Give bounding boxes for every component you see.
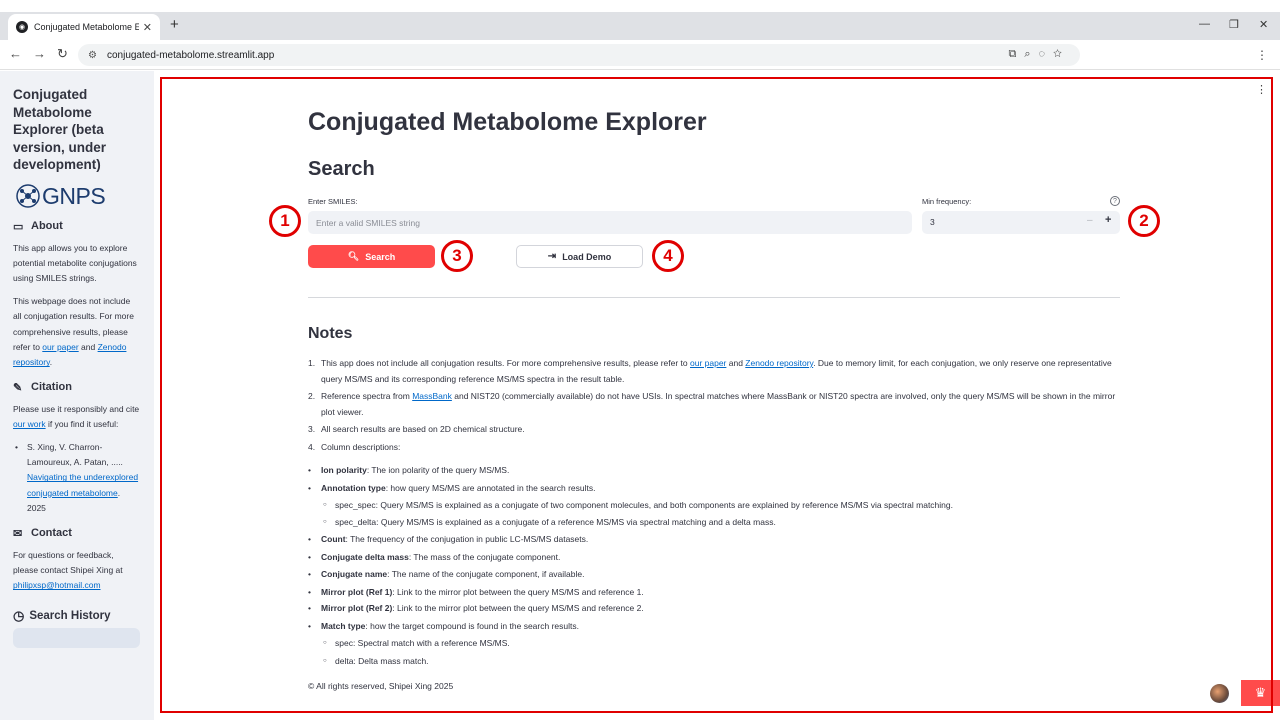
note-item: 2. Reference spectra from MassBank and NI… bbox=[308, 391, 1116, 417]
citation-heading: ✎ Citation bbox=[13, 381, 72, 394]
contact-heading: ✉ Contact bbox=[13, 527, 72, 540]
sidebar-title: Conjugated Metabolome Explorer (beta ver… bbox=[13, 87, 107, 172]
note-item: 3. All search results are based on 2D che… bbox=[308, 424, 525, 434]
copyright-footer: © All rights reserved, Shipei Xing 2025 bbox=[308, 681, 454, 691]
back-icon[interactable]: ← bbox=[9, 47, 22, 61]
streamlit-favicon-icon: ◉ bbox=[16, 21, 28, 33]
clock-icon: ◷ bbox=[13, 607, 25, 623]
tab-close-icon[interactable]: ✕ bbox=[143, 21, 152, 34]
load-demo-button[interactable]: ⇥ Load Demo bbox=[516, 245, 643, 268]
window-close-button[interactable]: ✕ bbox=[1259, 18, 1268, 31]
search-history-heading: ◷ Search History bbox=[13, 607, 111, 623]
notes-heading: Notes bbox=[308, 325, 353, 342]
massbank-link[interactable]: MassBank bbox=[412, 391, 452, 401]
about-heading: ▭ About bbox=[13, 220, 63, 233]
paper-title-link[interactable]: Navigating the underexplored conjugated … bbox=[27, 472, 138, 497]
annotation-badge-1: 1 bbox=[269, 205, 301, 237]
search-history-panel[interactable] bbox=[13, 628, 140, 648]
about-text-2: This webpage does not include all conjug… bbox=[13, 295, 134, 368]
sidebar: Conjugated Metabolome Explorer (beta ver… bbox=[0, 71, 154, 720]
annotation-badge-3: 3 bbox=[441, 240, 473, 272]
streamlit-crown-icon[interactable]: ♛ bbox=[1241, 680, 1280, 706]
page-title: Conjugated Metabolome Explorer bbox=[308, 108, 707, 136]
zenodo-repository-link[interactable]: Zenodo repository bbox=[745, 358, 813, 368]
site-info-icon[interactable]: ⚙ bbox=[88, 50, 97, 61]
search-button[interactable]: 🔍︎ Search bbox=[308, 245, 435, 268]
help-icon[interactable]: ? bbox=[1110, 196, 1120, 206]
min-frequency-label: Min frequency: bbox=[922, 197, 972, 206]
our-paper-link[interactable]: our paper bbox=[690, 358, 726, 368]
reload-icon[interactable]: ↻ bbox=[57, 47, 68, 61]
gnps-network-icon bbox=[16, 184, 40, 208]
login-icon: ⇥ bbox=[547, 251, 557, 262]
omnibox-actions-icons[interactable]: ⧉⌕◌☆ bbox=[1008, 48, 1070, 61]
envelope-icon: ✉ bbox=[13, 527, 23, 540]
search-icon: 🔍︎ bbox=[347, 251, 360, 261]
restore-button[interactable]: ❐ bbox=[1229, 18, 1239, 31]
user-avatar[interactable] bbox=[1210, 684, 1229, 703]
contact-text: For questions or feedback, please contac… bbox=[13, 549, 123, 591]
address-bar[interactable]: ⚙ conjugated-metabolome.streamlit.app ⧉⌕… bbox=[78, 44, 1080, 66]
app-menu-icon[interactable]: ⋮ bbox=[1256, 83, 1267, 96]
tab-title: Conjugated Metabolome Explo bbox=[34, 22, 139, 32]
decrement-button[interactable]: – bbox=[1087, 215, 1093, 226]
gnps-logo-text: GNPS bbox=[42, 182, 106, 209]
forward-icon[interactable]: → bbox=[33, 47, 46, 61]
our-paper-link[interactable]: our paper bbox=[42, 342, 78, 352]
laptop-icon: ▭ bbox=[13, 220, 24, 233]
new-tab-button[interactable]: + bbox=[170, 16, 179, 34]
min-frequency-value[interactable]: 3 bbox=[930, 217, 935, 227]
note-item: 4. Column descriptions: bbox=[308, 441, 401, 452]
gnps-logo: GNPS bbox=[15, 183, 141, 210]
smiles-input[interactable] bbox=[308, 211, 912, 234]
smiles-label: Enter SMILES: bbox=[308, 197, 358, 206]
our-work-link[interactable]: our work bbox=[13, 419, 46, 429]
citation-text: Please use it responsibly and cite our w… bbox=[13, 403, 140, 430]
email-link[interactable]: philipxsp@hotmail.com bbox=[13, 580, 101, 590]
memo-icon: ✎ bbox=[13, 381, 23, 394]
search-heading: Search bbox=[308, 158, 375, 180]
increment-button[interactable]: + bbox=[1105, 214, 1111, 226]
browser-toolbar: ← → ↻ ⚙ conjugated-metabolome.streamlit.… bbox=[0, 40, 1280, 70]
min-frequency-input[interactable]: 3 – + bbox=[922, 211, 1120, 234]
note-item: 1. This app does not include all conjugat… bbox=[308, 358, 1112, 384]
minimize-button[interactable]: — bbox=[1199, 18, 1210, 30]
annotation-badge-4: 4 bbox=[652, 240, 684, 272]
about-text: This app allows you to explore potential… bbox=[13, 242, 137, 284]
notes-list: 1. This app does not include all conjugat… bbox=[308, 356, 1126, 455]
annotation-badge-2: 2 bbox=[1128, 205, 1160, 237]
url-text: conjugated-metabolome.streamlit.app bbox=[106, 49, 275, 61]
reference-item: S. Xing, V. Charron-Lamoureux, A. Patan,… bbox=[13, 440, 141, 517]
browser-tabstrip: ◉ Conjugated Metabolome Explo ✕ + — ❐ ✕ bbox=[0, 12, 1280, 40]
divider bbox=[308, 297, 1120, 298]
browser-menu-icon[interactable]: ⋮ bbox=[1256, 48, 1268, 62]
browser-tab[interactable]: ◉ Conjugated Metabolome Explo ✕ bbox=[8, 14, 160, 40]
